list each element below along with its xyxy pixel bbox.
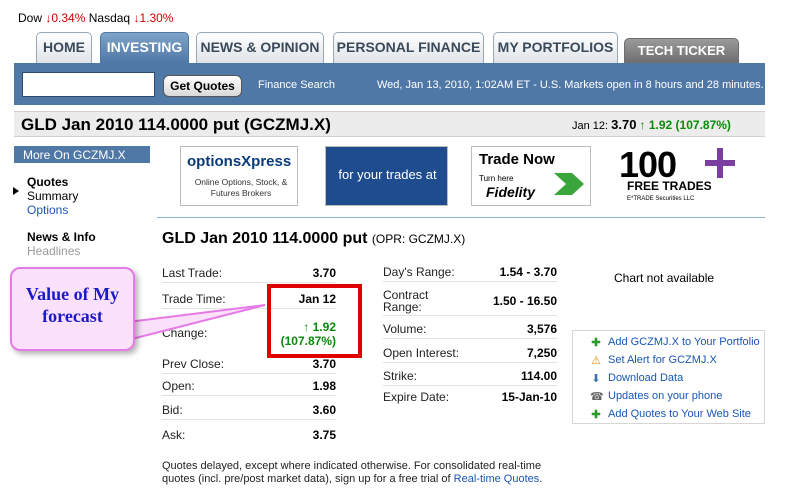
row-value: 3.70 bbox=[312, 266, 336, 280]
ad-fidelity[interactable]: Trade Now Turn here Fidelity bbox=[471, 146, 591, 206]
tab-investing[interactable]: INVESTING bbox=[100, 32, 189, 63]
left-nav: More On GCZMJ.X bbox=[14, 146, 150, 163]
row-value: 7,250 bbox=[526, 346, 557, 360]
row-value: 3.75 bbox=[312, 428, 336, 442]
quote-subtitle: (OPR: GCZMJ.X) bbox=[371, 232, 466, 246]
ad-trades[interactable]: for your trades at bbox=[325, 146, 448, 206]
ad-fidelity-title: Trade Now bbox=[479, 151, 555, 168]
row-bid: Bid: 3.60 bbox=[162, 400, 336, 420]
alert-icon: ⚠ bbox=[591, 355, 601, 367]
row-label: Open: bbox=[162, 379, 195, 393]
dow-label[interactable]: Dow bbox=[18, 11, 42, 25]
header-price: 3.70 bbox=[611, 117, 637, 132]
ad-etrade-small: E*TRADE Securities LLC bbox=[627, 196, 695, 202]
tab-personal-finance[interactable]: PERSONAL FINANCE bbox=[333, 32, 484, 63]
row-label: Open Interest: bbox=[383, 346, 460, 360]
plus-icon: ✚ bbox=[591, 337, 601, 349]
page-title: GLD Jan 2010 114.0000 put (GCZMJ.X) bbox=[21, 115, 331, 134]
header-quote: Jan 12: 3.70 ↑ 1.92 (107.87%) bbox=[572, 117, 731, 132]
plus-icon: ✚ bbox=[591, 409, 601, 421]
ad-fidelity-brand: Fidelity bbox=[486, 184, 536, 200]
row-value: 15-Jan-10 bbox=[501, 390, 557, 404]
row-label: Ask: bbox=[162, 428, 186, 442]
row-contract-range: Contract Range: 1.50 - 16.50 bbox=[383, 286, 557, 316]
ad-optionsxpress-sub: Online Options, Stock, & Futures Brokers bbox=[194, 177, 288, 198]
add-to-portfolio-link[interactable]: Add GCZMJ.X to Your Portfolio bbox=[608, 336, 760, 348]
footer-end: . bbox=[539, 473, 543, 485]
row-open-interest: Open Interest: 7,250 bbox=[383, 343, 557, 363]
nav-summary[interactable]: Summary bbox=[27, 189, 78, 203]
header-change: ↑ 1.92 (107.87%) bbox=[639, 118, 731, 132]
row-label: Volume: bbox=[383, 322, 427, 336]
row-days-range: Day's Range: 1.54 - 3.70 bbox=[383, 262, 557, 282]
row-value: 3,576 bbox=[526, 322, 557, 336]
chevron-icon bbox=[554, 173, 584, 195]
add-quotes-website-link[interactable]: Add Quotes to Your Web Site bbox=[608, 408, 751, 420]
nav-headlines[interactable]: Headlines bbox=[27, 244, 80, 258]
ad-etrade[interactable]: 100 FREE TRADES E*TRADE Securities LLC bbox=[617, 146, 743, 206]
row-value: 1.50 - 16.50 bbox=[492, 294, 557, 308]
row-label: Trade Time: bbox=[162, 292, 226, 306]
row-strike: Strike: 114.00 bbox=[383, 366, 557, 386]
chart-unavailable-message: Chart not available bbox=[614, 271, 715, 285]
row-ask: Ask: 3.75 bbox=[162, 425, 336, 445]
quote-title-text: GLD Jan 2010 114.0000 put bbox=[162, 230, 368, 247]
row-label: Expire Date: bbox=[383, 390, 450, 404]
updates-phone-link[interactable]: Updates on your phone bbox=[608, 390, 722, 402]
row-expire-date: Expire Date: 15-Jan-10 bbox=[383, 387, 557, 407]
nasdaq-label[interactable]: Nasdaq bbox=[89, 11, 130, 25]
row-value: 114.00 bbox=[520, 369, 557, 383]
ad-etrade-text: FREE TRADES bbox=[627, 179, 712, 193]
divider bbox=[157, 217, 765, 218]
get-quotes-button[interactable]: Get Quotes bbox=[163, 75, 242, 97]
tab-home[interactable]: HOME bbox=[36, 32, 92, 63]
highlight-box bbox=[267, 284, 362, 358]
header-date: Jan 12: bbox=[572, 120, 609, 132]
nav-news-info[interactable]: News & Info bbox=[27, 230, 96, 244]
ad-fidelity-sub: Turn here bbox=[479, 174, 514, 183]
nasdaq-change: 1.30% bbox=[139, 11, 174, 25]
tab-my-portfolios[interactable]: MY PORTFOLIOS bbox=[493, 32, 618, 63]
ad-optionsxpress[interactable]: optionsXpress Online Options, Stock, & F… bbox=[180, 146, 298, 206]
row-last-trade: Last Trade: 3.70 bbox=[162, 263, 336, 283]
star-icon bbox=[705, 148, 735, 178]
finance-search-link[interactable]: Finance Search bbox=[258, 79, 335, 91]
current-arrow-icon bbox=[13, 187, 19, 195]
tab-news-opinion[interactable]: NEWS & OPINION bbox=[196, 32, 324, 63]
set-alert-link[interactable]: Set Alert for GCZMJ.X bbox=[608, 354, 717, 366]
row-label: Prev Close: bbox=[162, 357, 225, 371]
footer-disclaimer: Quotes delayed, except where indicated o… bbox=[162, 460, 552, 486]
row-value: 3.60 bbox=[312, 403, 336, 417]
nav-options[interactable]: Options bbox=[27, 203, 68, 217]
row-label: Strike: bbox=[383, 369, 418, 383]
row-value: 1.98 bbox=[312, 379, 336, 393]
annotation-text: Value of My forecast bbox=[25, 284, 120, 326]
ad-trades-text: for your trades at bbox=[338, 167, 437, 182]
row-value: 1.54 - 3.70 bbox=[499, 265, 557, 279]
phone-icon: ☎ bbox=[590, 391, 604, 403]
quote-search-input[interactable] bbox=[22, 72, 155, 97]
row-open: Open: 1.98 bbox=[162, 376, 336, 396]
tab-tech-ticker[interactable]: TECH TICKER bbox=[624, 38, 739, 63]
row-label: Last Trade: bbox=[162, 266, 223, 280]
row-change-label: Change: bbox=[162, 326, 208, 340]
realtime-quotes-link[interactable]: Real-time Quotes bbox=[454, 473, 540, 485]
download-data-link[interactable]: Download Data bbox=[608, 372, 683, 384]
row-value: 3.70 bbox=[312, 357, 336, 371]
quote-title: GLD Jan 2010 114.0000 put (OPR: GCZMJ.X) bbox=[162, 230, 465, 248]
dow-change: 0.34% bbox=[51, 11, 86, 25]
row-label: Day's Range: bbox=[383, 265, 455, 279]
ad-optionsxpress-title: optionsXpress bbox=[187, 153, 292, 170]
market-ticker: Dow ↓0.34% Nasdaq ↓1.30% bbox=[18, 11, 173, 25]
nav-quotes[interactable]: Quotes bbox=[27, 175, 68, 189]
market-datetime: Wed, Jan 13, 2010, 1:02AM ET - U.S. Mark… bbox=[377, 79, 764, 91]
left-nav-header: More On GCZMJ.X bbox=[14, 146, 150, 163]
row-volume: Volume: 3,576 bbox=[383, 319, 557, 339]
row-label: Contract Range: bbox=[383, 288, 429, 314]
download-icon: ⬇ bbox=[591, 373, 601, 385]
row-label: Bid: bbox=[162, 403, 183, 417]
